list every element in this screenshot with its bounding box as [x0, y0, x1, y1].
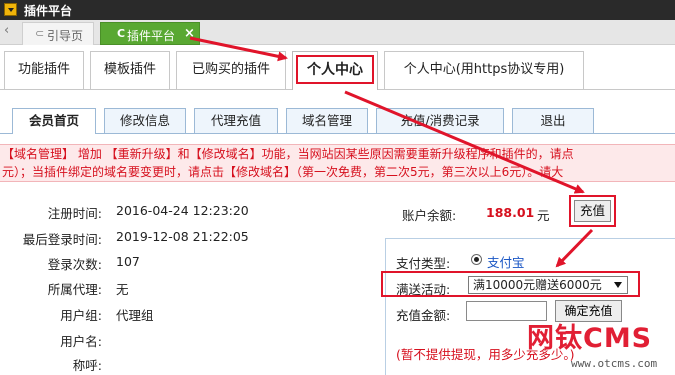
- notice-line-1: 【域名管理】 增加 【重新升级】和【修改域名】功能，当网站因某些原因需要重新升级…: [2, 147, 574, 161]
- recharge-button-highlight: 充值: [569, 195, 616, 227]
- document-icon: C: [117, 27, 126, 40]
- window-titlebar: 插件平台: [0, 0, 675, 20]
- close-icon[interactable]: ×: [184, 26, 195, 41]
- watermark-logo: 网钛CMS: [527, 323, 653, 354]
- tab-guide-label: 引导页: [47, 29, 84, 43]
- tab-guide[interactable]: ⊂ 引导页: [22, 22, 94, 45]
- main-tab-highlight: 个人中心: [296, 55, 374, 84]
- sub-tab-member-home[interactable]: 会员首页: [12, 108, 96, 134]
- document-icon: ⊂: [35, 27, 45, 40]
- dropdown-arrow-icon: [614, 282, 622, 288]
- window-title: 插件平台: [24, 4, 73, 18]
- sub-tab-recharge-records[interactable]: 充值/消费记录: [376, 108, 504, 133]
- pay-type-label: 支付类型:: [396, 256, 451, 271]
- sub-nav: 会员首页 修改信息 代理充值 域名管理 充值/消费记录 退出: [0, 108, 675, 134]
- sub-tab-label: 域名管理: [301, 113, 352, 128]
- amount-label: 充值金额:: [396, 308, 451, 323]
- main-tab-personal-center-https[interactable]: 个人中心(用https协议专用): [384, 51, 584, 89]
- sub-tab-label: 修改信息: [119, 113, 170, 128]
- sub-tab-label: 会员首页: [28, 113, 79, 128]
- sub-tab-agent-recharge[interactable]: 代理充值: [194, 108, 278, 133]
- promo-select[interactable]: 满10000元赠送6000元: [468, 276, 628, 294]
- sub-tab-domain-management[interactable]: 域名管理: [286, 108, 368, 133]
- sub-tab-logout[interactable]: 退出: [512, 108, 594, 133]
- info-label-user-group: 用户组:: [60, 308, 102, 323]
- main-tab-label: 个人中心(用https协议专用): [403, 62, 565, 77]
- main-tab-label: 功能插件: [17, 62, 70, 77]
- info-value-login-count: 107: [116, 254, 140, 269]
- notice-line-2: 元）；当插件绑定的域名要变更时，请点击【修改域名】（第一次免费，第二次5元，第三…: [2, 165, 564, 179]
- main-nav: 功能插件 模板插件 已购买的插件 个人中心 个人中心(用https协议专用): [0, 45, 675, 91]
- sub-tab-label: 代理充值: [210, 113, 261, 128]
- promo-selected-value: 满10000元赠送6000元: [473, 278, 602, 292]
- balance-value: 188.01: [486, 205, 535, 220]
- info-value-user-group: 代理组: [116, 308, 154, 323]
- info-label-last-login: 最后登录时间:: [22, 232, 102, 247]
- tab-bar: ‹ ⊂ 引导页 C 插件平台 ×: [0, 20, 675, 45]
- notice-banner: 【域名管理】 增加 【重新升级】和【修改域名】功能，当网站因某些原因需要重新升级…: [0, 144, 675, 182]
- sub-nav-divider: [0, 133, 675, 134]
- main-tab-label: 已购买的插件: [191, 62, 270, 77]
- watermark-url: www.otcms.com: [571, 357, 658, 370]
- recharge-button[interactable]: 充值: [574, 200, 611, 222]
- info-label-username: 用户名:: [60, 334, 102, 349]
- info-value-agent: 无: [116, 282, 129, 297]
- balance-unit: 元: [537, 208, 550, 223]
- info-value-register-time: 2016-04-24 12:23:20: [116, 203, 249, 218]
- info-label-login-count: 登录次数:: [47, 257, 102, 272]
- main-tab-template-plugins[interactable]: 模板插件: [90, 51, 170, 89]
- promo-label: 满送活动:: [396, 282, 451, 297]
- info-value-last-login: 2019-12-08 21:22:05: [116, 229, 249, 244]
- main-tab-purchased-plugins[interactable]: 已购买的插件: [176, 51, 286, 89]
- main-tab-label: 模板插件: [103, 62, 156, 77]
- info-label-agent: 所属代理:: [47, 282, 102, 297]
- main-tab-label: 个人中心: [307, 62, 363, 78]
- tab-plugin-platform[interactable]: C 插件平台 ×: [100, 22, 200, 45]
- info-label-nickname: 称呼:: [72, 358, 102, 373]
- app-icon: [4, 3, 17, 16]
- pay-type-alipay[interactable]: 支付宝: [487, 252, 525, 271]
- sub-tab-edit-info[interactable]: 修改信息: [104, 108, 186, 133]
- sub-tab-label: 退出: [540, 113, 566, 128]
- tab-plugin-platform-label: 插件平台: [127, 29, 176, 43]
- tab-scroll-left-icon[interactable]: ‹: [4, 23, 18, 41]
- balance-label: 账户余额:: [402, 208, 457, 223]
- info-label-register-time: 注册时间:: [47, 206, 102, 221]
- radio-selected-icon[interactable]: [471, 254, 482, 265]
- sub-tab-label: 充值/消费记录: [400, 113, 480, 128]
- main-tab-personal-center[interactable]: 个人中心: [292, 51, 378, 90]
- main-tab-function-plugins[interactable]: 功能插件: [4, 51, 84, 89]
